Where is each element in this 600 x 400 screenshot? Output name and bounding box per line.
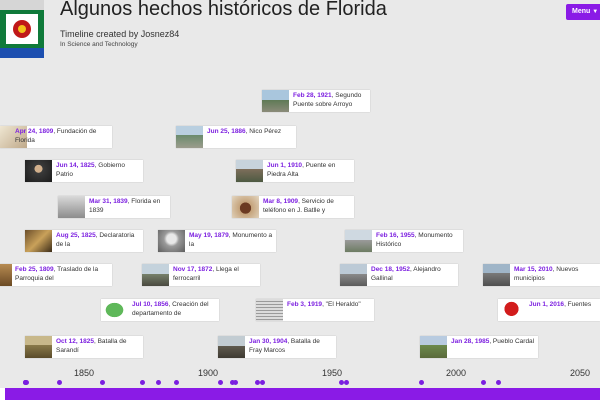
info-logo-icon	[498, 299, 525, 321]
event-date: Jun 1, 2016	[529, 301, 565, 308]
event-date: Jan 28, 1985	[451, 338, 490, 345]
event-date: Jul 10, 1856	[132, 301, 169, 308]
event-date: Nov 17, 1872	[173, 266, 213, 273]
event-card[interactable]: Mar 31, 1839, Florida en 1839	[58, 196, 170, 218]
event-date: May 19, 1879	[189, 232, 229, 239]
event-marker[interactable]	[418, 380, 424, 385]
scroll-handle[interactable]	[0, 388, 5, 400]
timeline-author: Timeline created by Josnez84	[60, 29, 180, 39]
event-marker[interactable]	[23, 380, 29, 385]
event-date: Mar 31, 1839	[89, 198, 128, 205]
green-map-icon	[101, 299, 128, 321]
stone-bridge-photo-icon	[236, 160, 263, 182]
building-photo-icon	[483, 264, 510, 286]
telephone-photo-icon	[232, 196, 259, 218]
menu-button[interactable]: Menu ▼	[566, 4, 600, 20]
event-date: Jun 1, 1910	[267, 162, 303, 169]
axis-label-1900: 1900	[198, 368, 219, 378]
axis-label-2000: 2000	[446, 368, 467, 378]
event-marker[interactable]	[56, 380, 62, 385]
page-title: Algunos hechos históricos de Florida	[60, 0, 387, 20]
railway-photo-icon	[142, 264, 169, 286]
event-card[interactable]: Jun 1, 1910, Puente en Piedra Alta	[236, 160, 354, 182]
chevron-down-icon: ▼	[592, 9, 599, 15]
event-date: Mar 15, 2010	[514, 266, 553, 273]
event-marker[interactable]	[480, 380, 486, 385]
event-date: Feb 16, 1955	[376, 232, 415, 239]
event-title: , Fuentes	[564, 301, 592, 308]
timeline-header: Algunos hechos históricos de Florida Tim…	[0, 0, 600, 62]
church-painting-icon	[0, 264, 12, 286]
bridge-photo-icon	[262, 90, 289, 112]
event-card[interactable]: Jul 10, 1856, Creación del departamento …	[101, 299, 219, 321]
event-card[interactable]: Mar 8, 1909, Servicio de teléfono en J. …	[232, 196, 354, 218]
event-date: Feb 25, 1809	[15, 266, 54, 273]
event-title: , Pueblo Cardal	[489, 338, 535, 345]
axis-label-1850: 1850	[74, 368, 95, 378]
event-card[interactable]: May 19, 1879, Monumento a la	[158, 230, 276, 252]
event-card[interactable]: Oct 12, 1825, Batalla de Sarandí	[25, 336, 143, 358]
event-card[interactable]: Feb 28, 1921, Segundo Puente sobre Arroy…	[262, 90, 370, 112]
event-card[interactable]: Feb 16, 1955, Monumento Histórico	[345, 230, 463, 252]
event-card[interactable]: Jun 1, 2016, Fuentes	[498, 299, 600, 321]
statue-photo-icon	[218, 336, 245, 358]
monument-photo-icon	[345, 230, 372, 252]
town-photo-icon	[176, 126, 203, 148]
event-card[interactable]: Nov 17, 1872, Llega el ferrocarril	[142, 264, 260, 286]
timeline-category: In Science and Technology	[60, 41, 138, 48]
event-card[interactable]: Feb 25, 1809, Traslado de la Parroquia d…	[0, 264, 112, 286]
event-card[interactable]: Jan 28, 1985, Pueblo Cardal	[420, 336, 538, 358]
event-date: Jun 14, 1825	[56, 162, 95, 169]
painting-photo-icon	[25, 230, 52, 252]
event-title: , Nico Pérez	[245, 128, 282, 135]
bearded-man-photo-icon	[158, 230, 185, 252]
event-date: Mar 8, 1909	[263, 198, 299, 205]
battle-painting-icon	[25, 336, 52, 358]
event-date: Dec 18, 1952	[371, 266, 411, 273]
event-card[interactable]: Jun 14, 1825, Gobierno Patrio	[25, 160, 143, 182]
event-date: Jan 30, 1904	[249, 338, 288, 345]
event-card[interactable]: Jun 25, 1886, Nico Pérez	[176, 126, 296, 148]
axis-label-1950: 1950	[322, 368, 343, 378]
axis-label-2050: 2050	[570, 368, 591, 378]
event-date: Feb 28, 1921	[293, 92, 332, 99]
newspaper-photo-icon	[256, 299, 283, 321]
event-card[interactable]: Dec 18, 1952, Alejandro Gallinal	[340, 264, 458, 286]
event-card[interactable]: Apr 24, 1809, Fundación de Florida	[0, 126, 112, 148]
event-card[interactable]: Feb 3, 1919, "El Heraldo"	[256, 299, 374, 321]
event-date: Feb 3, 1919	[287, 301, 323, 308]
event-card[interactable]: Aug 25, 1825, Declaratoria de la	[25, 230, 143, 252]
event-date: Apr 24, 1809	[15, 128, 54, 135]
event-title: , "El Heraldo"	[322, 301, 361, 308]
timeline-scrollbar[interactable]	[0, 388, 600, 400]
event-card[interactable]: Jan 30, 1904, Batalla de Fray Marcos	[218, 336, 336, 358]
event-marker[interactable]	[99, 380, 105, 385]
event-date: Oct 12, 1825	[56, 338, 94, 345]
menu-label: Menu	[572, 8, 591, 15]
event-marker[interactable]	[217, 380, 223, 385]
event-date: Jun 25, 1886	[207, 128, 246, 135]
portrait-photo-icon	[25, 160, 52, 182]
sketch-photo-icon	[58, 196, 85, 218]
event-date: Aug 25, 1825	[56, 232, 96, 239]
city-photo-icon	[340, 264, 367, 286]
flag-logo-icon	[0, 0, 44, 58]
cows-photo-icon	[420, 336, 447, 358]
event-marker[interactable]	[174, 380, 179, 385]
event-card[interactable]: Mar 15, 2010, Nuevos municipios	[483, 264, 600, 286]
event-marker[interactable]	[338, 380, 344, 385]
